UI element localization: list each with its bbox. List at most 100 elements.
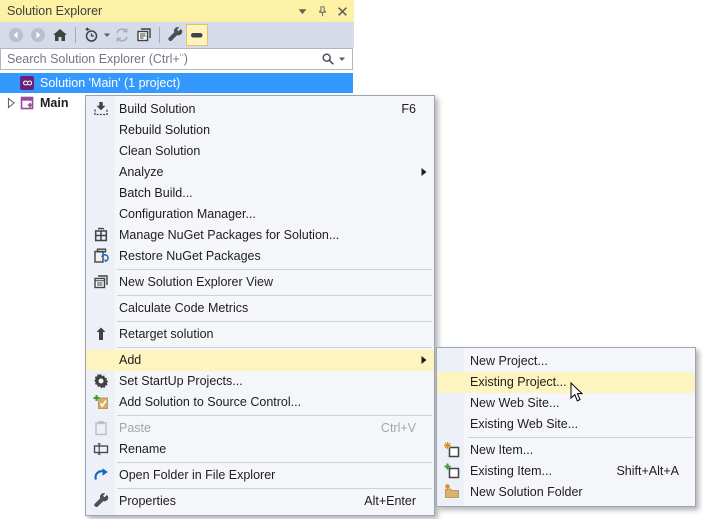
menu-item-existing-web-site[interactable]: Existing Web Site... xyxy=(437,414,695,435)
menu-item-add[interactable]: Add xyxy=(86,350,434,371)
rename-icon xyxy=(93,441,109,457)
menu-item-open-folder-in-file-explorer[interactable]: Open Folder in File Explorer xyxy=(86,465,434,486)
screen: Solution Explorer Solution 'Main' (1 pro… xyxy=(0,0,703,519)
preview-selected-items-button[interactable] xyxy=(186,24,208,46)
menu-item-existing-item[interactable]: Existing Item...Shift+Alt+A xyxy=(437,461,695,482)
menu-item-properties[interactable]: PropertiesAlt+Enter xyxy=(86,491,434,512)
menu-item-label: Properties xyxy=(119,494,176,508)
menu-item-label: Analyze xyxy=(119,165,163,179)
retarget-icon xyxy=(93,326,109,342)
home-icon xyxy=(52,27,68,43)
menu-item-label: Set StartUp Projects... xyxy=(119,374,243,388)
collapse-all-button[interactable] xyxy=(133,24,155,46)
menu-item-label: Rebuild Solution xyxy=(119,123,210,137)
submenu-arrow-icon xyxy=(420,167,428,177)
nuget-icon xyxy=(93,227,109,243)
menu-item-new-project[interactable]: New Project... xyxy=(437,351,695,372)
menu-item-label: New Solution Explorer View xyxy=(119,275,273,289)
menu-item-add-solution-to-source-control[interactable]: Add Solution to Source Control... xyxy=(86,392,434,413)
menu-item-rebuild-solution[interactable]: Rebuild Solution xyxy=(86,120,434,141)
menu-item-label: Calculate Code Metrics xyxy=(119,301,248,315)
menu-separator xyxy=(117,295,432,296)
menu-item-label: Manage NuGet Packages for Solution... xyxy=(119,228,339,242)
menu-item-analyze[interactable]: Analyze xyxy=(86,162,434,183)
sync-with-active-document-icon xyxy=(114,27,130,43)
window-position-chevron-icon[interactable] xyxy=(297,6,308,17)
close-icon[interactable] xyxy=(337,6,348,17)
menu-item-build-solution[interactable]: Build SolutionF6 xyxy=(86,99,434,120)
gear-icon xyxy=(93,373,109,389)
pending-changes-filter-button[interactable] xyxy=(80,24,102,46)
titlebar: Solution Explorer xyxy=(0,0,354,22)
menu-item-shortcut: Ctrl+V xyxy=(381,418,416,439)
wrench-icon xyxy=(93,493,109,509)
search-input[interactable] xyxy=(1,52,321,66)
new-view-icon xyxy=(93,274,109,290)
tree-item-label: Main xyxy=(40,96,68,110)
menu-item-label: Existing Project... xyxy=(470,375,567,389)
menu-item-set-startup-projects[interactable]: Set StartUp Projects... xyxy=(86,371,434,392)
menu-item-calculate-code-metrics[interactable]: Calculate Code Metrics xyxy=(86,298,434,319)
new-item-icon xyxy=(444,442,460,458)
tree-row[interactable]: Solution 'Main' (1 project) xyxy=(0,73,353,93)
pending-changes-filter-icon xyxy=(83,27,99,43)
menu-item-restore-nuget-packages[interactable]: Restore NuGet Packages xyxy=(86,246,434,267)
menu-item-retarget-solution[interactable]: Retarget solution xyxy=(86,324,434,345)
back-icon xyxy=(8,27,24,43)
menu-item-label: Restore NuGet Packages xyxy=(119,249,261,263)
menu-item-label: New Solution Folder xyxy=(470,485,583,499)
back-button xyxy=(5,24,27,46)
add-submenu: New Project... Existing Project... New Web… xyxy=(436,347,696,507)
existing-item-icon xyxy=(444,463,460,479)
menu-item-existing-project[interactable]: Existing Project... xyxy=(437,372,695,393)
menu-item-new-item[interactable]: New Item... xyxy=(437,440,695,461)
menu-separator xyxy=(117,347,432,348)
build-icon xyxy=(93,101,109,117)
panel-title: Solution Explorer xyxy=(7,4,297,18)
submenu-arrow-icon xyxy=(420,355,428,365)
menu-item-new-solution-folder[interactable]: New Solution Folder xyxy=(437,482,695,503)
pending-changes-filter-caret-icon[interactable] xyxy=(103,31,111,39)
menu-item-label: Add xyxy=(119,353,141,367)
menu-item-manage-nuget-packages[interactable]: Manage NuGet Packages for Solution... xyxy=(86,225,434,246)
search-box xyxy=(0,48,353,70)
menu-separator xyxy=(117,269,432,270)
menu-item-label: Paste xyxy=(119,421,151,435)
forward-icon xyxy=(30,27,46,43)
menu-item-batch-build[interactable]: Batch Build... xyxy=(86,183,434,204)
search-icon[interactable] xyxy=(321,52,335,66)
menu-item-rename[interactable]: Rename xyxy=(86,439,434,460)
menu-separator xyxy=(117,321,432,322)
solution-icon xyxy=(19,75,35,91)
menu-item-label: Existing Web Site... xyxy=(470,417,578,431)
menu-item-paste: Paste Ctrl+V xyxy=(86,418,434,439)
tree-item-label: Solution 'Main' (1 project) xyxy=(40,76,180,90)
menu-item-label: New Project... xyxy=(470,354,548,368)
menu-separator xyxy=(468,437,693,438)
paste-icon xyxy=(93,420,109,436)
menu-item-label: Existing Item... xyxy=(470,464,552,478)
properties-icon xyxy=(167,27,183,43)
menu-item-clean-solution[interactable]: Clean Solution xyxy=(86,141,434,162)
new-solution-folder-icon xyxy=(444,484,460,500)
menu-item-new-web-site[interactable]: New Web Site... xyxy=(437,393,695,414)
menu-item-label: Retarget solution xyxy=(119,327,214,341)
expander-icon[interactable] xyxy=(3,95,19,111)
menu-item-shortcut: F6 xyxy=(401,99,416,120)
menu-item-label: New Web Site... xyxy=(470,396,559,410)
menu-separator xyxy=(117,488,432,489)
menu-item-label: Open Folder in File Explorer xyxy=(119,468,275,482)
menu-item-label: Clean Solution xyxy=(119,144,200,158)
restore-nuget-icon xyxy=(93,248,109,264)
home-button[interactable] xyxy=(49,24,71,46)
menu-item-configuration-manager[interactable]: Configuration Manager... xyxy=(86,204,434,225)
menu-item-new-solution-explorer-view[interactable]: New Solution Explorer View xyxy=(86,272,434,293)
menu-item-label: Batch Build... xyxy=(119,186,193,200)
toolbar-separator xyxy=(75,27,76,43)
pin-icon[interactable] xyxy=(317,6,328,17)
source-control-icon xyxy=(93,394,109,410)
mouse-cursor-icon xyxy=(570,382,584,403)
properties-button[interactable] xyxy=(164,24,186,46)
menu-item-label: Add Solution to Source Control... xyxy=(119,395,301,409)
search-options-caret-icon[interactable] xyxy=(338,55,346,63)
